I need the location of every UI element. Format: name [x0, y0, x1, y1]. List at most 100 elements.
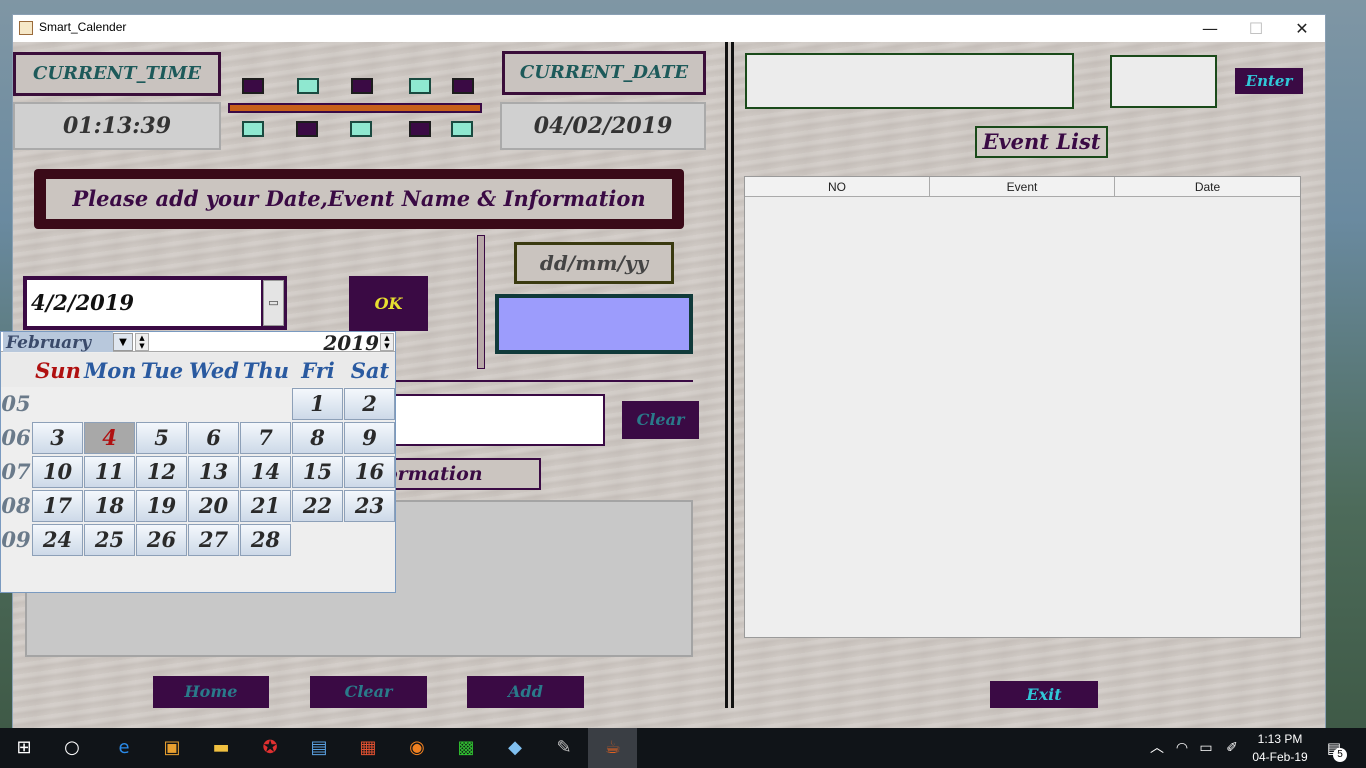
calendar-day[interactable]: 19	[136, 490, 187, 522]
decor-bar	[228, 103, 482, 113]
divider-line	[373, 380, 693, 382]
date-input[interactable]: 4/2/2019	[27, 280, 261, 326]
calendar-day[interactable]: 12	[136, 456, 187, 488]
exit-button[interactable]: Exit	[990, 681, 1098, 708]
clear-button[interactable]: Clear	[310, 676, 427, 708]
decor-square	[451, 121, 473, 137]
week-number: 07	[1, 459, 31, 484]
app-icon[interactable]: ▤	[305, 734, 333, 762]
panel-divider	[725, 42, 734, 708]
decor-square	[351, 78, 373, 94]
information-label: ormation	[373, 458, 541, 490]
calendar-day[interactable]: 16	[344, 456, 395, 488]
color-swatch-field[interactable]	[495, 294, 693, 354]
calendar-popup[interactable]: February ▼ ▲ ▼ 2019 ▲ ▼ Sun Mon Tue Wed Th…	[0, 331, 396, 593]
battery-icon[interactable]: ▭	[1192, 734, 1220, 762]
ok-button[interactable]: OK	[349, 276, 428, 331]
calendar-day[interactable]: 5	[136, 422, 187, 454]
calendar-day[interactable]: 10	[32, 456, 83, 488]
weekday-tue: Tue	[140, 358, 184, 383]
decor-square	[242, 121, 264, 137]
weekday-wed: Wed	[189, 358, 239, 383]
year-spinner-icon[interactable]: ▲ ▼	[380, 333, 394, 351]
weekday-sun: Sun	[35, 358, 81, 383]
column-header-no[interactable]: NO	[745, 177, 930, 197]
windows-start-icon[interactable]: ⊞	[10, 734, 38, 762]
office-icon[interactable]: ▦	[354, 734, 382, 762]
calendar-day[interactable]: 25	[84, 524, 135, 556]
paint-icon[interactable]: ✎	[550, 734, 578, 762]
calendar-day[interactable]: 11	[84, 456, 135, 488]
search-input[interactable]	[745, 53, 1074, 109]
calendar-day[interactable]: 24	[32, 524, 83, 556]
weekday-thu: Thu	[242, 358, 290, 383]
clear-input-button[interactable]: Clear	[622, 401, 699, 439]
calendar-day[interactable]: 13	[188, 456, 239, 488]
weekday-mon: Mon	[84, 358, 137, 383]
calendar-day[interactable]: 14	[240, 456, 291, 488]
calendar-day[interactable]: 21	[240, 490, 291, 522]
window-title: Smart_Calender	[39, 20, 127, 34]
taskbar: ⊞ ○ e ▣ ▬ ✪ ▤ ▦ ◉ ▩ ◆ ✎ ☕ ︿ ◠ ▭ ✐ 1:13 P…	[0, 728, 1366, 768]
column-header-event[interactable]: Event	[930, 177, 1115, 197]
enter-button[interactable]: Enter	[1235, 68, 1303, 94]
antivirus-icon[interactable]: ✪	[256, 734, 284, 762]
calendar-day[interactable]: 15	[292, 456, 343, 488]
week-number: 06	[1, 425, 31, 450]
calendar-day[interactable]: 28	[240, 524, 291, 556]
weekday-sat: Sat	[350, 358, 390, 383]
java-app-icon	[19, 21, 33, 35]
calendar-day[interactable]: 26	[136, 524, 187, 556]
calendar-icon[interactable]: ▭	[263, 280, 284, 326]
home-button[interactable]: Home	[153, 676, 269, 708]
month-spinner-icon[interactable]: ▲ ▼	[135, 333, 149, 351]
close-button[interactable]: ✕	[1279, 15, 1325, 42]
calendar-day[interactable]: 18	[84, 490, 135, 522]
calendar-day[interactable]: 20	[188, 490, 239, 522]
edge-browser-icon[interactable]: e	[110, 734, 138, 762]
calendar-day[interactable]: 1	[292, 388, 343, 420]
file-explorer-icon[interactable]: ▬	[207, 734, 235, 762]
calendar-day-selected[interactable]: 4	[84, 422, 135, 454]
maximize-button[interactable]: ☐	[1233, 15, 1279, 42]
date-format-label: dd/mm/yy	[514, 242, 674, 284]
current-time-label: CURRENT_TIME	[13, 52, 221, 96]
calendar-day[interactable]: 6	[188, 422, 239, 454]
calendar-day[interactable]: 8	[292, 422, 343, 454]
clock-time[interactable]: 1:13 PM	[1252, 732, 1308, 746]
chevron-up-icon[interactable]: ︿	[1143, 734, 1171, 762]
firefox-icon[interactable]: ◉	[403, 734, 431, 762]
search-icon[interactable]: ○	[58, 734, 86, 762]
decor-square	[409, 121, 431, 137]
add-button[interactable]: Add	[467, 676, 584, 708]
calendar-day[interactable]: 23	[344, 490, 395, 522]
clock-date[interactable]: 04-Feb-19	[1248, 750, 1312, 764]
minimize-button[interactable]: —	[1187, 15, 1233, 42]
calendar-day[interactable]: 2	[344, 388, 395, 420]
java-icon[interactable]: ☕	[599, 734, 627, 762]
calendar-day[interactable]: 3	[32, 422, 83, 454]
month-select[interactable]: February	[3, 332, 113, 352]
column-header-date[interactable]: Date	[1115, 177, 1300, 197]
search-date-input[interactable]	[1110, 55, 1217, 108]
calendar-day[interactable]: 17	[32, 490, 83, 522]
separator	[477, 235, 485, 369]
pen-icon[interactable]: ✐	[1218, 734, 1246, 762]
calendar-day[interactable]: 7	[240, 422, 291, 454]
title-bar[interactable]: Smart_Calender — ☐ ✕	[13, 15, 1325, 42]
calendar-day[interactable]: 27	[188, 524, 239, 556]
calendar-day[interactable]: 9	[344, 422, 395, 454]
decor-square	[409, 78, 431, 94]
virtualbox-icon[interactable]: ◆	[501, 734, 529, 762]
store-icon[interactable]: ▣	[158, 734, 186, 762]
event-name-input[interactable]	[373, 394, 605, 446]
year-field[interactable]: 2019	[301, 332, 379, 354]
event-table[interactable]: NO Event Date	[744, 176, 1301, 638]
chip-icon[interactable]: ▩	[452, 734, 480, 762]
banner-text: Please add your Date,Event Name & Inform…	[46, 179, 672, 219]
week-number: 05	[1, 391, 31, 416]
week-number: 08	[1, 493, 31, 518]
calendar-day[interactable]: 22	[292, 490, 343, 522]
month-dropdown-icon[interactable]: ▼	[113, 333, 133, 351]
decor-square	[350, 121, 372, 137]
